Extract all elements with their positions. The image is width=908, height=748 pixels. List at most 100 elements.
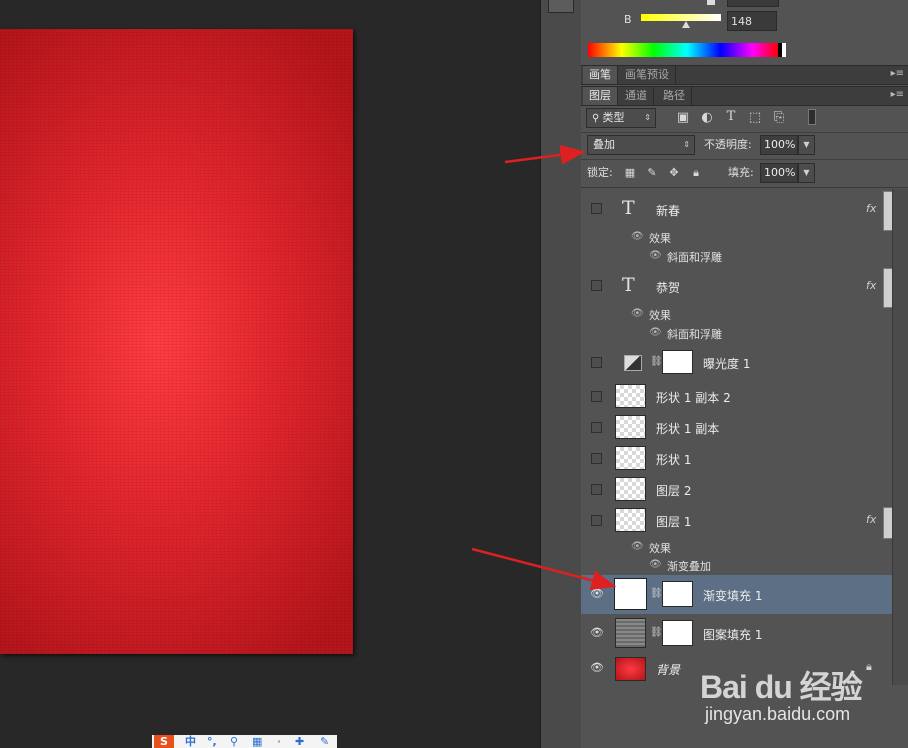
layer-row-xinchun[interactable]: T 新春 fx 👁︎ 效果 👁︎ 斜面和浮雕: [581, 189, 893, 267]
layer-row-gonghe[interactable]: T 恭贺 fx 👁︎ 效果 👁︎ 斜面和浮雕: [581, 266, 893, 344]
layer-name[interactable]: 图层 1: [656, 513, 691, 530]
color-spectrum-bar[interactable]: [588, 43, 786, 57]
color-slider-handle-top[interactable]: [707, 0, 715, 5]
adjustment-filter-icon[interactable]: ◐: [700, 111, 714, 125]
tab-paths[interactable]: 路径: [657, 87, 692, 105]
shape-filter-icon[interactable]: ⬚: [748, 111, 762, 125]
layer-name[interactable]: 图案填充 1: [703, 626, 762, 643]
panel-menu-icon[interactable]: ▸≡: [891, 68, 904, 79]
layer-row-layer-1[interactable]: 图层 1 fx 👁︎ 效果 👁︎ 渐变叠加: [581, 505, 893, 576]
smart-object-filter-icon[interactable]: ⎘: [772, 111, 786, 125]
fill-dropdown-button[interactable]: ▼: [798, 163, 815, 183]
layer-name[interactable]: 形状 1 副本 2: [656, 389, 731, 406]
fx-icon[interactable]: fx: [866, 513, 876, 526]
visibility-toggle[interactable]: [591, 357, 602, 368]
visibility-toggle[interactable]: [591, 422, 602, 433]
layer-row-exposure[interactable]: ⛓︎ 曝光度 1: [581, 343, 892, 382]
layer-thumbnail[interactable]: [615, 384, 646, 408]
visibility-toggle[interactable]: [591, 515, 602, 526]
link-icon[interactable]: ⛓︎: [650, 588, 663, 599]
effects-label[interactable]: 效果: [649, 230, 671, 246]
eye-icon[interactable]: 👁︎: [631, 308, 644, 319]
layer-row-layer-2[interactable]: 图层 2: [581, 474, 892, 506]
ime-toolbar[interactable]: S 中 °, ⚲ ▦ · ✚ ✎: [152, 735, 337, 748]
pattern-fill-thumbnail[interactable]: [615, 618, 646, 648]
layer-name[interactable]: 背景: [656, 661, 680, 678]
channel-b-slider[interactable]: [641, 14, 721, 21]
ime-skin-icon[interactable]: ✚: [295, 735, 304, 748]
fx-icon[interactable]: fx: [866, 279, 876, 292]
fill-field[interactable]: 100%: [760, 163, 798, 183]
tab-brush[interactable]: 画笔: [583, 66, 618, 84]
effects-label[interactable]: 效果: [649, 540, 671, 556]
type-filter-icon[interactable]: T: [724, 110, 738, 124]
layer-row-shape-copy[interactable]: 形状 1 副本: [581, 412, 892, 444]
layer-row-pattern-fill[interactable]: 👁︎ ⛓︎ 图案填充 1: [581, 614, 892, 654]
opacity-field[interactable]: 100%: [760, 135, 798, 155]
color-value-field-top[interactable]: [727, 0, 779, 7]
effect-name[interactable]: 斜面和浮雕: [667, 326, 722, 342]
pixel-filter-icon[interactable]: ▣: [676, 111, 690, 125]
tab-layers[interactable]: 图层: [583, 87, 618, 105]
visibility-toggle[interactable]: [591, 280, 602, 291]
link-icon[interactable]: ⛓︎: [650, 627, 663, 638]
eye-icon[interactable]: 👁︎: [649, 250, 662, 261]
visibility-toggle[interactable]: [591, 484, 602, 495]
gradient-fill-thumbnail[interactable]: [614, 578, 647, 610]
blend-mode-dropdown[interactable]: 叠加 ⇕: [587, 135, 695, 155]
effects-label[interactable]: 效果: [649, 307, 671, 323]
layer-thumbnail[interactable]: [615, 446, 646, 470]
visibility-toggle[interactable]: [591, 391, 602, 402]
eye-icon[interactable]: 👁︎: [590, 587, 604, 600]
lock-transparent-pixels-icon[interactable]: ▦: [624, 166, 636, 180]
layer-mask-thumbnail[interactable]: [662, 350, 693, 374]
effect-name[interactable]: 渐变叠加: [667, 558, 711, 574]
ime-keyboard-icon[interactable]: ▦: [252, 735, 262, 748]
layer-row-gradient-fill[interactable]: 👁︎ ⛓︎ 渐变填充 1: [581, 575, 892, 615]
layer-name[interactable]: 形状 1 副本: [656, 420, 719, 437]
layer-filter-kind-dropdown[interactable]: ⚲ 类型 ⇕: [586, 108, 656, 128]
layer-thumbnail[interactable]: [615, 477, 646, 501]
layer-thumbnail[interactable]: [615, 508, 646, 532]
layer-row-shape-1[interactable]: 形状 1: [581, 443, 892, 475]
ime-settings-icon[interactable]: ✎: [320, 735, 329, 748]
eye-icon[interactable]: 👁︎: [649, 559, 662, 570]
visibility-toggle[interactable]: [591, 453, 602, 464]
opacity-dropdown-button[interactable]: ▼: [798, 135, 815, 155]
filter-toggle-switch[interactable]: [808, 109, 816, 125]
eye-icon[interactable]: 👁︎: [590, 626, 604, 639]
tab-channels[interactable]: 通道: [619, 87, 654, 105]
layer-row-shape-copy-2[interactable]: 形状 1 副本 2: [581, 381, 892, 413]
layers-scrollbar[interactable]: [892, 189, 908, 685]
layer-name[interactable]: 渐变填充 1: [703, 587, 762, 604]
ime-chinese-mode[interactable]: 中: [185, 735, 196, 748]
channel-b-slider-handle[interactable]: [682, 21, 690, 28]
layer-mask-thumbnail[interactable]: [662, 581, 693, 607]
sogou-icon[interactable]: S: [154, 735, 174, 748]
ime-tools-icon[interactable]: ⚲: [230, 735, 238, 748]
layer-name[interactable]: 恭贺: [656, 279, 680, 296]
lock-image-pixels-icon[interactable]: ✎: [646, 166, 658, 180]
eye-icon[interactable]: 👁︎: [649, 327, 662, 338]
layer-thumbnail[interactable]: [615, 415, 646, 439]
channel-b-value-field[interactable]: 148: [727, 11, 777, 31]
ime-punct-icon[interactable]: °,: [207, 735, 217, 748]
lock-all-icon[interactable]: 🔒︎: [690, 166, 702, 180]
eye-icon[interactable]: 👁︎: [631, 231, 644, 242]
layer-name[interactable]: 形状 1: [656, 451, 691, 468]
eye-icon[interactable]: 👁︎: [631, 541, 644, 552]
layer-name[interactable]: 曝光度 1: [703, 355, 750, 372]
eye-icon[interactable]: 👁︎: [590, 661, 604, 674]
background-thumbnail[interactable]: [615, 657, 646, 681]
visibility-toggle[interactable]: [591, 203, 602, 214]
panel-menu-icon[interactable]: ▸≡: [891, 89, 904, 100]
layer-mask-thumbnail[interactable]: [662, 620, 693, 646]
layer-name[interactable]: 图层 2: [656, 482, 691, 499]
layer-name[interactable]: 新春: [656, 202, 680, 219]
document-image[interactable]: [0, 29, 353, 654]
lock-icon[interactable]: 🔒︎: [866, 660, 872, 674]
lock-position-icon[interactable]: ✥: [668, 166, 680, 180]
fx-icon[interactable]: fx: [866, 202, 876, 215]
dock-expand-button[interactable]: [548, 0, 574, 13]
effect-name[interactable]: 斜面和浮雕: [667, 249, 722, 265]
